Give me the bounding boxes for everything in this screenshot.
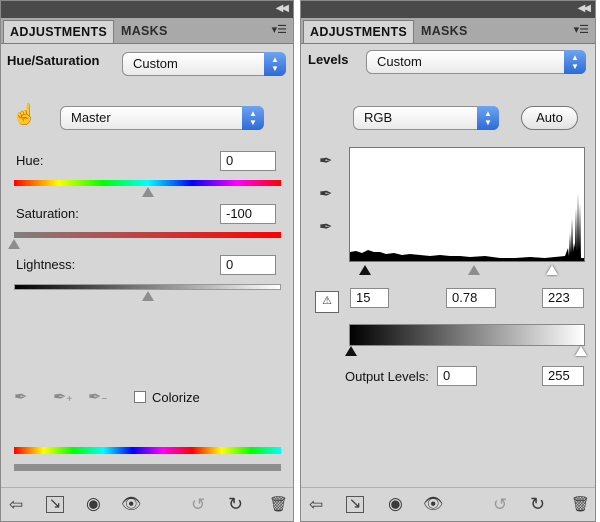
panel-menu-icon[interactable]: ▾☰ xyxy=(272,23,287,36)
lightness-field[interactable]: 0 xyxy=(220,255,276,275)
lightness-bar xyxy=(14,284,281,290)
refresh-icon[interactable]: ↻ xyxy=(228,495,243,513)
eyedropper-plus-icon[interactable]: ✒+ xyxy=(53,389,72,409)
preset-select[interactable]: Custom ▲ ▼ xyxy=(366,50,586,74)
input-spectrum-bar xyxy=(14,447,281,454)
input-black-field[interactable]: 15 xyxy=(350,288,389,308)
input-white-slider-thumb[interactable] xyxy=(546,265,558,275)
channel-select-value: Master xyxy=(71,110,111,125)
panel-footer: ⇦ ↘ ◉ 👁 ↺ ↻ 🗑 xyxy=(1,487,293,521)
colorize-checkbox[interactable] xyxy=(134,391,146,403)
panel-title-strip: ◀◀ xyxy=(1,1,293,18)
channel-select[interactable]: Master ▲ ▼ xyxy=(60,106,264,130)
gray-point-eyedropper-icon[interactable]: ✒ xyxy=(319,186,332,204)
input-white-field[interactable]: 223 xyxy=(542,288,584,308)
saturation-slider-thumb[interactable] xyxy=(8,239,20,249)
lightness-slider-thumb[interactable] xyxy=(142,291,154,301)
reset-icon[interactable]: ↺ xyxy=(191,496,205,514)
output-black-field[interactable]: 0 xyxy=(437,366,477,386)
visibility-eye-icon[interactable]: 👁 xyxy=(423,496,443,514)
lightness-label: Lightness: xyxy=(16,257,76,272)
trash-icon[interactable]: 🗑 xyxy=(571,496,590,514)
tab-adjustments[interactable]: ADJUSTMENTS xyxy=(3,20,115,43)
panel-menu-icon[interactable]: ▾☰ xyxy=(574,23,589,36)
panel-title-strip: ◀◀ xyxy=(301,1,595,18)
eyedropper-minus-icon[interactable]: ✒− xyxy=(88,389,107,409)
output-white-field[interactable]: 255 xyxy=(542,366,584,386)
tab-adjustments[interactable]: ADJUSTMENTS xyxy=(303,20,415,43)
reset-icon[interactable]: ↺ xyxy=(493,496,507,514)
panel-footer: ⇦ ↘ ◉ 👁 ↺ ↻ 🗑 xyxy=(301,487,595,521)
visibility-eye-icon[interactable]: 👁 xyxy=(121,496,141,514)
clip-to-layer-icon[interactable]: ↘ xyxy=(46,496,64,513)
levels-panel: ◀◀ ADJUSTMENTS MASKS ▾☰ Levels Custom ▲ ▼… xyxy=(300,0,596,522)
output-white-slider-thumb[interactable] xyxy=(575,346,587,356)
input-black-slider-thumb[interactable] xyxy=(359,265,371,275)
select-arrows-icon: ▲ ▼ xyxy=(264,52,286,76)
preset-select[interactable]: Custom ▲ ▼ xyxy=(122,52,286,76)
back-arrow-icon[interactable]: ⇦ xyxy=(309,496,323,514)
output-levels-label: Output Levels: xyxy=(345,369,429,384)
select-arrows-icon: ▲ ▼ xyxy=(477,106,499,130)
output-black-slider-thumb[interactable] xyxy=(345,346,357,356)
clip-to-layer-icon[interactable]: ↘ xyxy=(346,496,364,513)
histogram xyxy=(349,147,585,262)
histogram-graph xyxy=(350,193,584,261)
tab-bar: ADJUSTMENTS MASKS ▾☰ xyxy=(1,18,293,44)
channel-select[interactable]: RGB ▲ ▼ xyxy=(353,106,499,130)
tab-masks[interactable]: MASKS xyxy=(115,20,174,43)
view-previous-icon[interactable]: ◉ xyxy=(86,495,101,513)
hue-field[interactable]: 0 xyxy=(220,151,276,171)
saturation-field[interactable]: -100 xyxy=(220,204,276,224)
preset-select-value: Custom xyxy=(133,56,178,71)
output-spectrum-bar xyxy=(14,464,281,471)
saturation-label: Saturation: xyxy=(16,206,79,221)
select-arrows-icon: ▲ ▼ xyxy=(242,106,264,130)
hue-saturation-panel: ◀◀ ADJUSTMENTS MASKS ▾☰ Hue/Saturation C… xyxy=(0,0,294,522)
trash-icon[interactable]: 🗑 xyxy=(269,496,288,514)
back-arrow-icon[interactable]: ⇦ xyxy=(9,496,23,514)
input-gamma-field[interactable]: 0.78 xyxy=(446,288,496,308)
adjustment-title: Hue/Saturation xyxy=(7,53,100,68)
colorize-label: Colorize xyxy=(152,390,200,405)
collapse-icon[interactable]: ◀◀ xyxy=(578,3,591,14)
targeted-adjustment-hand-icon[interactable]: ☝ xyxy=(12,105,37,125)
clipping-warning-icon[interactable]: ⚠ xyxy=(315,291,339,313)
hue-slider-thumb[interactable] xyxy=(142,187,154,197)
preset-select-value: Custom xyxy=(377,54,422,69)
tab-bar: ADJUSTMENTS MASKS ▾☰ xyxy=(301,18,595,44)
auto-button[interactable]: Auto xyxy=(521,106,578,130)
channel-select-value: RGB xyxy=(364,110,393,125)
adjustment-title: Levels xyxy=(308,52,349,67)
hue-label: Hue: xyxy=(16,153,44,168)
black-point-eyedropper-icon[interactable]: ✒ xyxy=(319,153,332,171)
tab-masks[interactable]: MASKS xyxy=(415,20,474,43)
view-previous-icon[interactable]: ◉ xyxy=(388,495,403,513)
collapse-icon[interactable]: ◀◀ xyxy=(276,3,289,14)
input-gamma-slider-thumb[interactable] xyxy=(468,265,480,275)
eyedropper-icon[interactable]: ✒ xyxy=(14,389,27,407)
white-point-eyedropper-icon[interactable]: ✒ xyxy=(319,219,332,237)
hue-spectrum-bar xyxy=(14,180,281,186)
select-arrows-icon: ▲ ▼ xyxy=(564,50,586,74)
saturation-bar xyxy=(14,232,281,238)
output-gradient-bar xyxy=(349,324,585,346)
refresh-icon[interactable]: ↻ xyxy=(530,495,545,513)
